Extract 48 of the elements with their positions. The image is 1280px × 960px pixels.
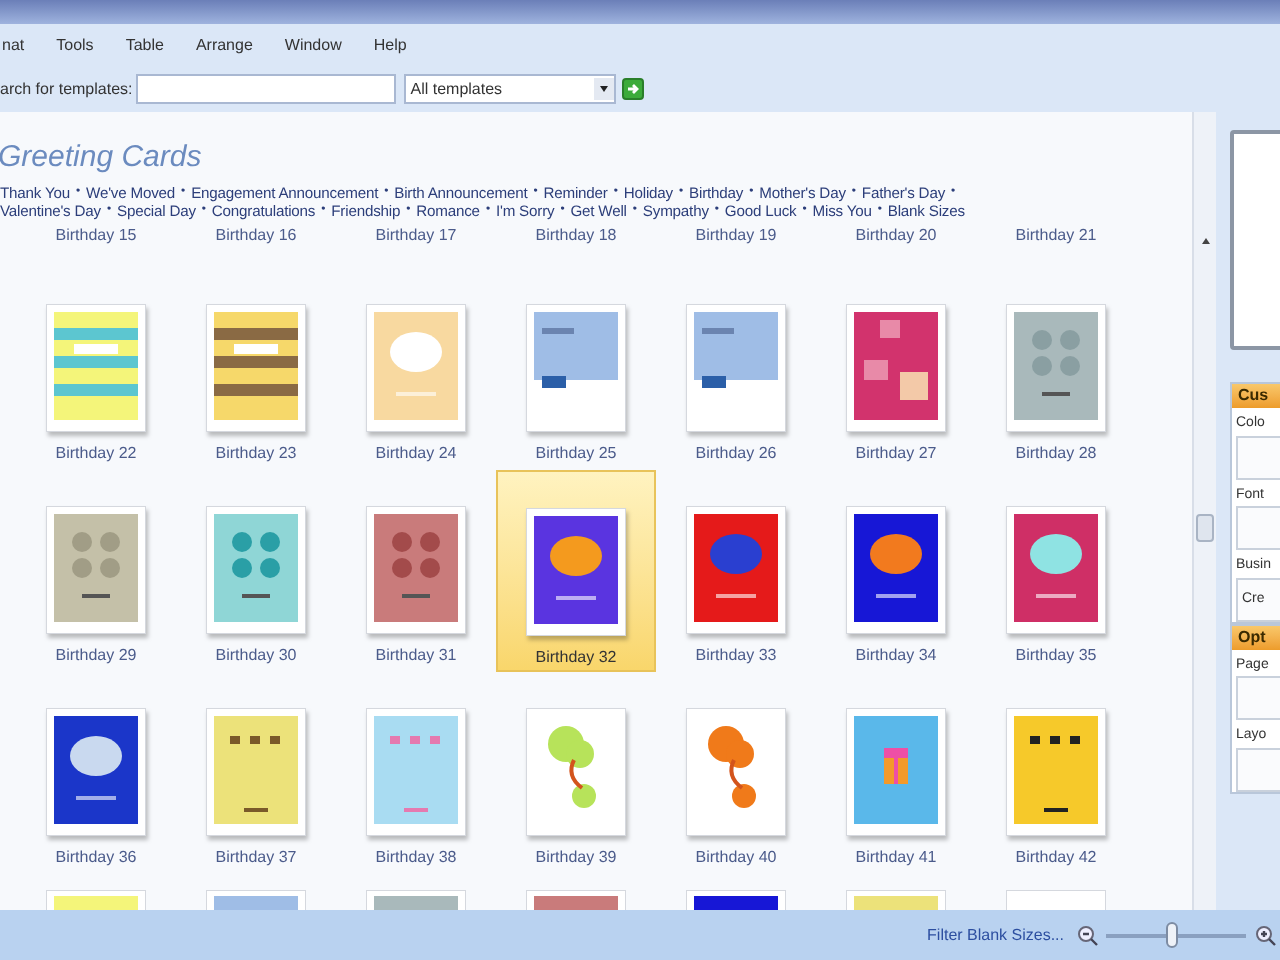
menu-item[interactable]: Tools (54, 33, 96, 57)
template-item[interactable]: Birthday 41 (816, 672, 976, 874)
template-item[interactable]: Birthday 37 (176, 672, 336, 874)
template-item[interactable]: Birthday 34 (816, 470, 976, 672)
section-header[interactable]: Opt (1232, 625, 1280, 649)
template-item[interactable]: Birthday 32 (496, 470, 656, 672)
template-label: Birthday 17 (375, 226, 457, 244)
menu-item[interactable]: nat (0, 33, 27, 57)
menu-item[interactable]: Arrange (193, 33, 255, 57)
go-arrow-icon (622, 78, 645, 100)
template-item[interactable]: Birthday 39 (496, 672, 656, 874)
template-item[interactable]: Birthday 28 (976, 268, 1136, 470)
template-filter-dropdown[interactable]: All templates (404, 74, 617, 104)
zoom-in-icon (1254, 924, 1276, 946)
scrollbar-thumb[interactable] (1196, 514, 1214, 542)
template-label: Birthday 21 (1015, 226, 1097, 244)
template-item[interactable]: Birthday 31 (336, 470, 496, 672)
template-item[interactable]: Birthday 26 (656, 268, 816, 470)
template-item[interactable]: Birthday 35 (976, 470, 1136, 672)
menu-item[interactable]: Table (123, 33, 166, 57)
template-item[interactable]: Birthday 42 (976, 672, 1136, 874)
search-label: arch for templates: (0, 77, 133, 101)
template-item[interactable]: Birthday 27 (816, 268, 976, 470)
slider-thumb[interactable] (1166, 922, 1179, 948)
template-item[interactable]: Birthday 25 (496, 268, 656, 470)
template-label: Birthday 16 (215, 226, 297, 244)
template-item[interactable]: Birthday 33 (656, 470, 816, 672)
template-item[interactable]: Birthday 23 (176, 268, 336, 470)
filter-link[interactable]: Filter Blank Sizes... (927, 923, 1064, 947)
template-item[interactable]: Birthday 29 (16, 470, 176, 672)
template-item[interactable]: Birthday 30 (176, 470, 336, 672)
template-label: Birthday 18 (535, 226, 617, 244)
template-item[interactable]: Birthday 22 (16, 268, 176, 470)
menu-item[interactable]: Help (371, 33, 409, 57)
zoom-out-icon (1076, 924, 1098, 946)
template-item[interactable]: Birthday 36 (16, 672, 176, 874)
template-item[interactable]: Birthday 38 (336, 672, 496, 874)
template-label: Birthday 20 (855, 226, 937, 244)
zoom-slider[interactable] (1106, 922, 1246, 948)
template-label: Birthday 19 (695, 226, 777, 244)
scrollbar[interactable] (1192, 112, 1216, 910)
menu-item[interactable]: Window (282, 33, 344, 57)
template-item[interactable]: Birthday 24 (336, 268, 496, 470)
section-header[interactable]: Cus (1232, 384, 1280, 408)
section-heading: Greeting Cards (0, 140, 204, 176)
template-label: Birthday 15 (55, 226, 137, 244)
search-field[interactable] (136, 74, 397, 104)
template-item[interactable]: Birthday 40 (656, 672, 816, 874)
